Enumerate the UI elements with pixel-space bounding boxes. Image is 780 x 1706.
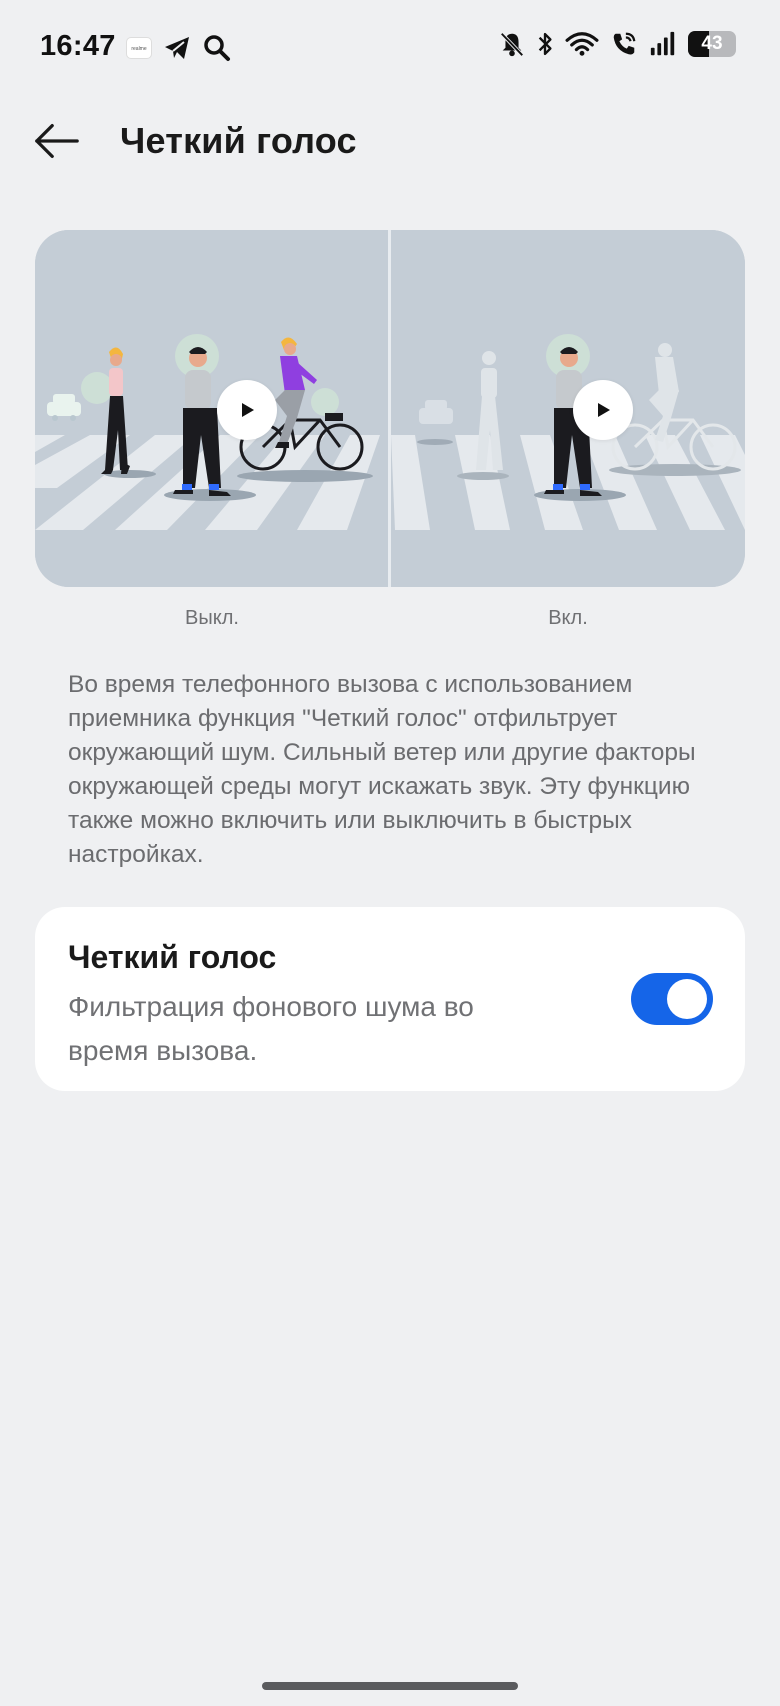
arrow-left-icon (35, 124, 79, 158)
play-button-on[interactable] (573, 380, 633, 440)
back-button[interactable] (30, 116, 84, 166)
play-button-off[interactable] (217, 380, 277, 440)
home-indicator[interactable] (262, 1682, 518, 1690)
status-bar: 16:47 realme 43 (0, 0, 780, 96)
crosswalk-illustration (35, 230, 745, 587)
play-icon (598, 403, 610, 417)
bell-muted-icon (500, 32, 524, 57)
page-title: Четкий голос (120, 120, 357, 161)
setting-subtitle: Фильтрация фонового шума во время вызова… (68, 991, 474, 1066)
setting-card[interactable]: Четкий голос Фильтрация фонового шума во… (35, 907, 745, 1091)
status-right-icons: 43 (498, 30, 736, 58)
app-notification-icon: realme (126, 37, 152, 59)
status-time: 16:47 (40, 30, 116, 62)
caption-on: Вкл. (548, 607, 588, 629)
caption-off: Выкл. (185, 607, 239, 629)
battery-icon: 43 (688, 31, 736, 57)
setting-title: Четкий голос (68, 939, 277, 975)
feature-description: Во время телефонного вызова с использова… (68, 671, 696, 868)
telegram-icon (165, 37, 189, 59)
wifi-icon (565, 32, 599, 56)
clear-voice-toggle[interactable] (631, 973, 713, 1025)
toggle-knob (667, 979, 707, 1019)
bluetooth-icon (538, 32, 552, 56)
header: Четкий голос (0, 100, 780, 184)
play-icon (242, 403, 254, 417)
illustration-comparison (35, 230, 745, 587)
signal-icon (650, 31, 675, 56)
status-left-icons: realme (126, 32, 232, 64)
wifi-call-icon (613, 32, 636, 55)
search-icon (204, 35, 230, 61)
battery-level: 43 (701, 33, 723, 54)
